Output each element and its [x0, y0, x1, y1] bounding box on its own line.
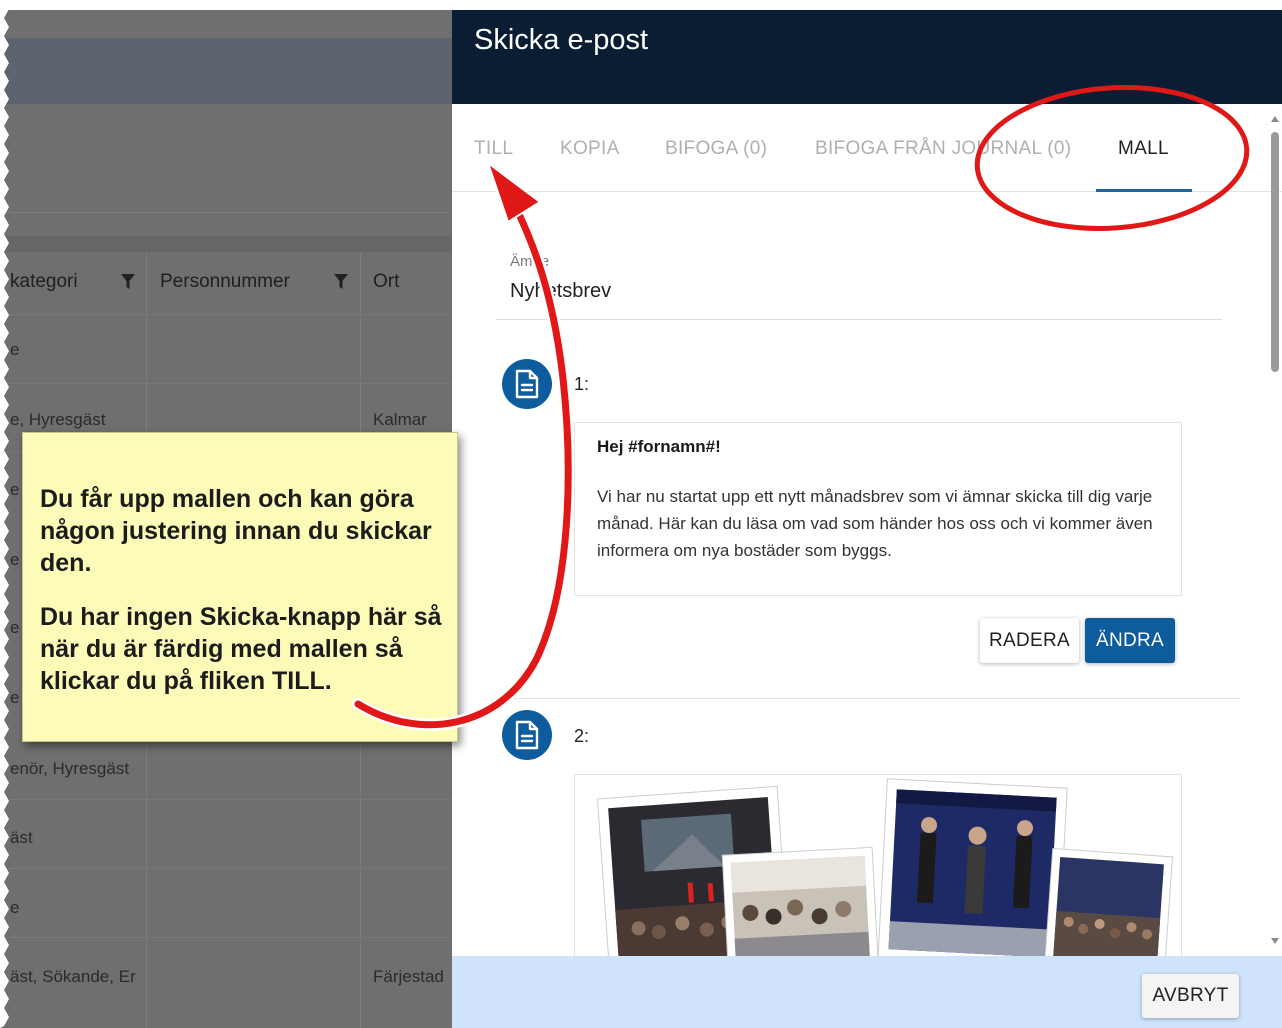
item-number: 2: — [574, 726, 590, 746]
table-cell-kategori: enör, Hyresgäst — [10, 759, 130, 778]
table-row-divider — [0, 937, 452, 938]
background-table-header-strip — [0, 236, 452, 252]
tab-mall[interactable]: MALL — [1118, 138, 1169, 160]
column-header-kategori[interactable]: kategori — [10, 271, 78, 293]
document-icon — [502, 359, 552, 409]
callout-paragraph-1: Du får upp mallen och kan göra någon jus… — [40, 485, 432, 577]
tab-kopia[interactable]: KOPIA — [560, 138, 620, 160]
edit-button[interactable]: ÄNDRA — [1085, 618, 1175, 663]
table-cell-kategori: äst — [10, 828, 33, 847]
template-image-card — [574, 774, 1182, 964]
table-cell-kategori: äst, Sökande, Er — [10, 967, 136, 986]
table-row-divider — [0, 383, 452, 384]
table-cell-ort: Färjestad — [373, 967, 444, 986]
dialog-tabs: TILL KOPIA BIFOGA (0) BIFOGA FRÅN JOURNA… — [452, 104, 1282, 192]
table-cell-kategori: e — [10, 480, 20, 499]
send-email-dialog: Skicka e-post TILL KOPIA BIFOGA (0) BIFO… — [452, 10, 1282, 1028]
dialog-footer: AVBRYT — [452, 956, 1282, 1028]
scroll-down-arrow-icon[interactable] — [1271, 938, 1279, 944]
table-cell-kategori: e — [10, 688, 20, 707]
table-row-divider — [0, 799, 452, 800]
table-row-divider — [0, 868, 452, 869]
background-divider — [0, 212, 452, 213]
document-icon — [502, 710, 552, 760]
column-header-personnummer[interactable]: Personnummer — [160, 271, 290, 293]
subject-underline — [496, 319, 1222, 320]
table-cell-kategori: e, Hyresgäst — [10, 410, 106, 429]
tab-bifoga-fran-journal[interactable]: BIFOGA FRÅN JOURNAL (0) — [815, 138, 1071, 160]
photo-collage-image — [596, 778, 1174, 963]
template-greeting: Hej #fornamn#! — [597, 437, 721, 456]
filter-icon[interactable] — [121, 274, 135, 290]
table-cell-ort: Kalmar — [373, 410, 427, 429]
background-toolbar — [0, 38, 452, 104]
dialog-header: Skicka e-post — [452, 10, 1282, 104]
scrollbar-thumb[interactable] — [1271, 132, 1279, 372]
active-tab-indicator — [1096, 189, 1192, 192]
table-cell-kategori: e — [10, 618, 20, 637]
table-cell-kategori: e — [10, 550, 20, 569]
subject-value: Nyhetsbrev — [510, 280, 612, 302]
table-row-divider — [0, 314, 452, 315]
instruction-callout: Du får upp mallen och kan göra någon jus… — [22, 432, 458, 742]
torn-edge-decoration — [0, 0, 9, 1028]
filter-icon[interactable] — [334, 274, 348, 290]
template-body-text: Vi har nu startat upp ett nytt månadsbre… — [597, 487, 1153, 560]
template-text-card: Hej #fornamn#! Vi har nu startat upp ett… — [574, 422, 1182, 596]
item-number: 1: — [574, 374, 590, 394]
table-cell-kategori: e — [10, 898, 20, 917]
tab-till[interactable]: TILL — [474, 138, 513, 160]
dialog-title: Skicka e-post — [474, 24, 649, 56]
item-divider — [496, 698, 1240, 699]
scroll-up-arrow-icon[interactable] — [1271, 116, 1279, 122]
scrollbar[interactable] — [1268, 110, 1282, 956]
tab-bifoga[interactable]: BIFOGA (0) — [665, 138, 767, 160]
cancel-button[interactable]: AVBRYT — [1142, 974, 1239, 1018]
column-header-ort[interactable]: Ort — [373, 271, 399, 293]
delete-button[interactable]: RADERA — [980, 618, 1079, 663]
subject-label: Ämne — [510, 253, 550, 270]
callout-paragraph-2: Du har ingen Skicka-knapp här så när du … — [40, 603, 442, 695]
table-cell-kategori: e — [10, 340, 20, 359]
